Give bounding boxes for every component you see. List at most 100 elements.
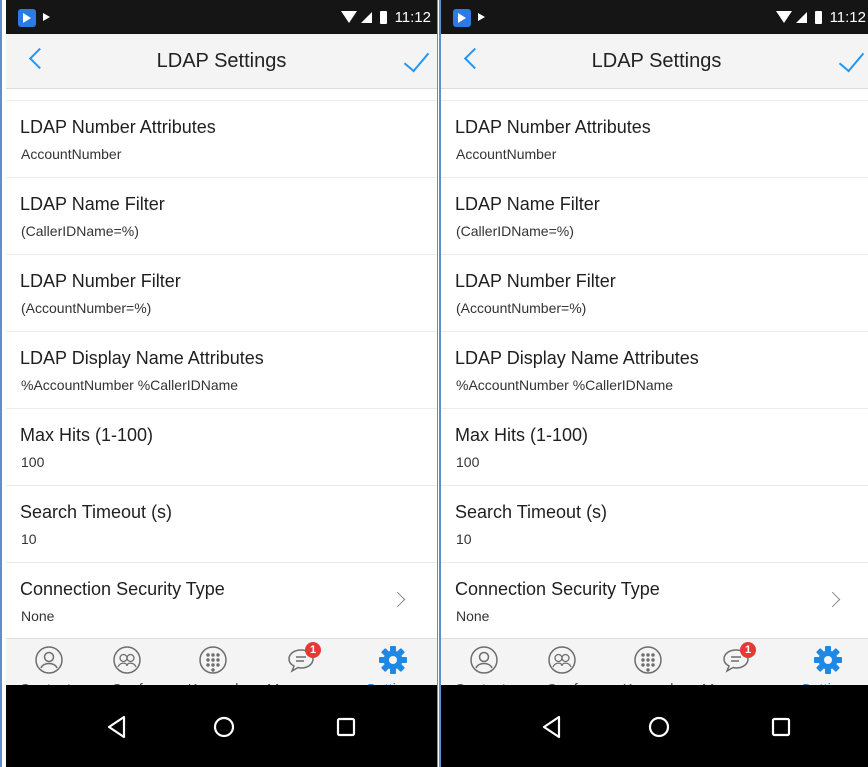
setting-value: 100 xyxy=(456,454,480,470)
back-triangle-icon[interactable] xyxy=(539,714,565,740)
settings-row[interactable]: Max Hits (1-100) 100 xyxy=(6,409,437,486)
conference-icon xyxy=(548,646,576,674)
tab-messages[interactable]: 1Messages xyxy=(693,639,779,697)
settings-row[interactable]: Max Hits (1-100) 100 xyxy=(441,409,868,486)
setting-title: LDAP Display Name Attributes xyxy=(455,348,699,368)
page-title: LDAP Settings xyxy=(156,50,287,72)
setting-title: Max Hits (1-100) xyxy=(20,425,154,445)
status-indicators: 11:12 xyxy=(775,0,866,34)
location-arrow-icon xyxy=(43,13,50,21)
settings-gear-icon xyxy=(814,646,842,674)
setting-title: Search Timeout (s) xyxy=(20,502,173,522)
setting-value: 100 xyxy=(21,454,45,470)
bottom-tab-bar: ContactsConfKeypad1MessagesSettings xyxy=(441,638,868,697)
app-notification-icon xyxy=(18,9,36,27)
status-bar: 11:12 xyxy=(441,0,868,34)
settings-row[interactable]: LDAP Number Filter (AccountNumber=%) xyxy=(6,255,437,332)
setting-value: AccountNumber xyxy=(21,146,122,162)
chevron-right-icon xyxy=(824,591,841,608)
app-header: LDAP Settings xyxy=(441,34,868,89)
list-top-divider xyxy=(441,89,868,101)
setting-value: AccountNumber xyxy=(456,146,557,162)
setting-title: Connection Security Type xyxy=(455,579,660,599)
settings-row[interactable]: LDAP Number Filter (AccountNumber=%) xyxy=(441,255,868,332)
setting-title: LDAP Number Attributes xyxy=(20,117,216,137)
keypad-icon xyxy=(634,646,662,674)
battery-icon xyxy=(379,10,387,24)
chevron-right-icon xyxy=(389,591,406,608)
setting-value: None xyxy=(456,608,490,624)
settings-row[interactable]: Search Timeout (s) 10 xyxy=(6,486,437,563)
settings-list: LDAP Number Attributes AccountNumber LDAP … xyxy=(6,89,437,640)
status-bar: 11:12 xyxy=(6,0,437,34)
status-time: 11:12 xyxy=(829,8,866,26)
home-circle-icon[interactable] xyxy=(646,714,672,740)
setting-title: LDAP Display Name Attributes xyxy=(20,348,264,368)
android-nav-bar xyxy=(6,685,437,767)
contacts-icon xyxy=(470,646,498,674)
settings-row[interactable]: LDAP Display Name Attributes %AccountNumb… xyxy=(441,332,868,409)
setting-title: Connection Security Type xyxy=(20,579,225,599)
settings-row[interactable]: LDAP Number Attributes AccountNumber xyxy=(6,101,437,178)
setting-value: %AccountNumber %CallerIDName xyxy=(456,377,674,393)
setting-title: Search Timeout (s) xyxy=(455,502,608,522)
setting-value: (AccountNumber=%) xyxy=(456,300,587,316)
page-title: LDAP Settings xyxy=(591,50,722,72)
settings-row[interactable]: Connection Security Type None xyxy=(6,563,437,640)
tab-conf[interactable]: Conf xyxy=(519,639,605,697)
wifi-icon xyxy=(340,11,357,23)
unread-badge: 1 xyxy=(305,642,321,658)
home-circle-icon[interactable] xyxy=(211,714,237,740)
location-arrow-icon xyxy=(478,13,485,21)
setting-value: (CallerIDName=%) xyxy=(21,223,139,239)
settings-row[interactable]: LDAP Name Filter (CallerIDName=%) xyxy=(441,178,868,255)
tab-contacts[interactable]: Contacts xyxy=(441,639,527,697)
app-header: LDAP Settings xyxy=(6,34,437,89)
settings-row[interactable]: LDAP Display Name Attributes %AccountNumb… xyxy=(6,332,437,409)
back-triangle-icon[interactable] xyxy=(104,714,130,740)
setting-value: None xyxy=(21,608,55,624)
bottom-tab-bar: ContactsConfKeypad1MessagesSettings xyxy=(6,638,437,697)
signal-icon xyxy=(795,11,807,23)
conference-icon xyxy=(113,646,141,674)
contacts-icon xyxy=(35,646,63,674)
app-notification-icon xyxy=(453,9,471,27)
settings-row[interactable]: LDAP Number Attributes AccountNumber xyxy=(441,101,868,178)
settings-row[interactable]: Search Timeout (s) 10 xyxy=(441,486,868,563)
phone-screen-right: 11:12 LDAP Settings LDAP Number Attribut… xyxy=(441,0,868,767)
list-top-divider xyxy=(6,89,437,101)
setting-title: LDAP Name Filter xyxy=(455,194,600,214)
setting-value: 10 xyxy=(21,531,37,547)
setting-title: LDAP Number Filter xyxy=(20,271,181,291)
setting-value: 10 xyxy=(456,531,472,547)
settings-row[interactable]: Connection Security Type None xyxy=(441,563,868,640)
phone-screen-left: 11:12 LDAP Settings LDAP Number Attribut… xyxy=(6,0,437,767)
tab-settings[interactable]: Settings xyxy=(350,639,436,697)
battery-icon xyxy=(814,10,822,24)
tab-keypad[interactable]: Keypad xyxy=(170,639,256,697)
wifi-icon xyxy=(775,11,792,23)
tab-keypad[interactable]: Keypad xyxy=(605,639,691,697)
tab-conf[interactable]: Conf xyxy=(84,639,170,697)
keypad-icon xyxy=(199,646,227,674)
recents-square-icon[interactable] xyxy=(333,714,359,740)
signal-icon xyxy=(360,11,372,23)
android-nav-bar xyxy=(441,685,868,767)
tab-settings[interactable]: Settings xyxy=(785,639,868,697)
setting-title: Max Hits (1-100) xyxy=(455,425,589,445)
settings-list: LDAP Number Attributes AccountNumber LDAP … xyxy=(441,89,868,640)
setting-title: LDAP Name Filter xyxy=(20,194,165,214)
setting-value: (CallerIDName=%) xyxy=(456,223,574,239)
tab-contacts[interactable]: Contacts xyxy=(6,639,92,697)
tab-messages[interactable]: 1Messages xyxy=(258,639,344,697)
settings-row[interactable]: LDAP Name Filter (CallerIDName=%) xyxy=(6,178,437,255)
settings-gear-icon xyxy=(379,646,407,674)
setting-value: (AccountNumber=%) xyxy=(21,300,152,316)
panel-border-left xyxy=(0,0,2,767)
setting-title: LDAP Number Filter xyxy=(455,271,616,291)
unread-badge: 1 xyxy=(740,642,756,658)
setting-value: %AccountNumber %CallerIDName xyxy=(21,377,239,393)
status-indicators: 11:12 xyxy=(340,0,431,34)
setting-title: LDAP Number Attributes xyxy=(455,117,651,137)
recents-square-icon[interactable] xyxy=(768,714,794,740)
